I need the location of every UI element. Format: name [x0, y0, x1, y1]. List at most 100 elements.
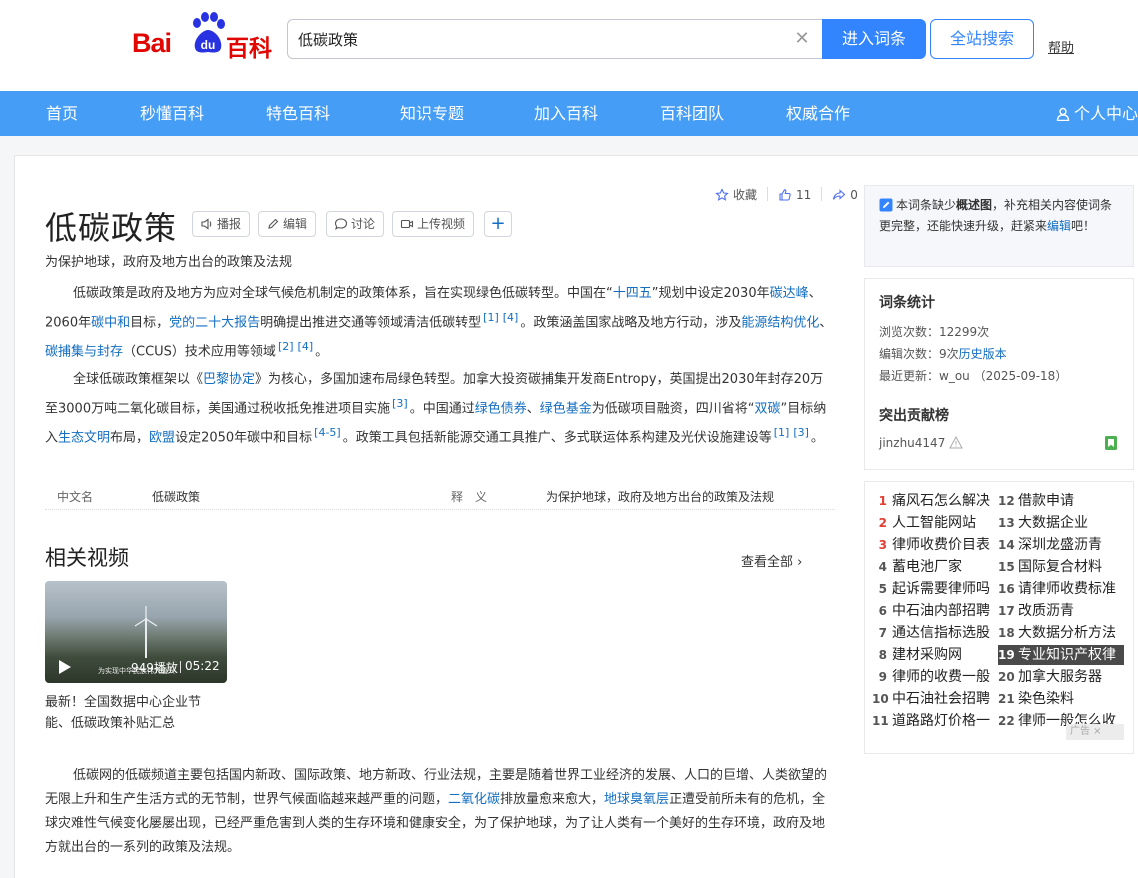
hot-search-item[interactable]: 18 大数据分析方法 [998, 623, 1124, 643]
inline-link[interactable]: 欧盟 [149, 431, 175, 446]
paragraph-text: 。政策工具包括新能源交通工具推广、多式联运体系构建及光伏设施建设等 [342, 430, 772, 446]
entry-stats-panel: 词条统计 浏览次数：12299次 编辑次数：9次历史版本 最近更新：w_ou （… [864, 278, 1134, 470]
edit-button[interactable]: 编辑 [258, 211, 317, 237]
hot-search-item[interactable]: 10 中石油社会招聘 [872, 689, 992, 709]
hot-search-item[interactable]: 3 律师收费价目表 [872, 535, 992, 555]
chevron-right-icon: › [797, 555, 803, 570]
hot-search-rank: 2 [878, 516, 887, 530]
paragraph-text: 、 [526, 401, 540, 417]
share-button[interactable]: 0 [832, 188, 858, 202]
nav-miaodong[interactable]: 秒懂百科 [140, 91, 204, 136]
nav-join[interactable]: 加入百科 [534, 91, 598, 136]
edit-note-icon [879, 198, 893, 212]
enter-entry-button[interactable]: 进入词条 [822, 19, 926, 59]
stats-edits: 编辑次数：9次历史版本 [879, 347, 1007, 361]
inline-link[interactable]: 二氧化碳 [448, 792, 500, 807]
inline-link[interactable]: 碳捕集与封存 [45, 345, 123, 360]
collect-button[interactable]: 收藏 [715, 186, 757, 203]
logo-bai-text: Bai [132, 28, 172, 58]
hot-search-item[interactable]: 13 大数据企业 [998, 513, 1124, 533]
hot-search-label: 请律师收费标准 [1018, 581, 1116, 597]
like-button[interactable]: 11 [778, 188, 811, 202]
logo-baike-text: 百科 [226, 36, 272, 62]
hot-search-rank: 8 [878, 648, 887, 662]
view-all-link[interactable]: 查看全部 › [741, 551, 802, 570]
hot-search-label: 大数据分析方法 [1018, 625, 1116, 641]
nav-featured[interactable]: 特色百科 [266, 91, 330, 136]
hot-search-item[interactable]: 11 道路路灯价格一 [872, 711, 992, 731]
inline-link[interactable]: 生态文明 [58, 431, 110, 446]
inline-link[interactable]: 碳达峰 [770, 286, 809, 301]
inline-link[interactable]: 能源结构优化 [741, 315, 819, 330]
search-box: ✕ [287, 19, 822, 59]
citation-ref[interactable]: [4] [503, 311, 519, 324]
info-key-chinese-name: 中文名 [57, 490, 94, 504]
paragraph-text: 设定2050年碳中和目标 [175, 430, 313, 446]
nav-partners[interactable]: 权威合作 [786, 91, 850, 136]
hot-search-item[interactable]: 7 通达信指标选股 [872, 623, 992, 643]
hot-search-item[interactable]: 16 请律师收费标准 [998, 579, 1124, 599]
inline-link[interactable]: 巴黎协定 [203, 372, 255, 387]
hot-search-rank: 13 [998, 516, 1015, 530]
user-icon [1056, 107, 1070, 122]
hot-search-item[interactable]: 15 国际复合材料 [998, 557, 1124, 577]
nav-home[interactable]: 首页 [46, 91, 78, 136]
citation-ref[interactable]: [3] [392, 397, 408, 410]
hot-search-item[interactable]: 1 痛风石怎么解决 [872, 491, 992, 511]
hot-search-item[interactable]: 9 律师的收费一般 [872, 667, 992, 687]
citation-ref[interactable]: [3] [793, 426, 809, 439]
hot-search-item[interactable]: 12 借款申请 [998, 491, 1124, 511]
broadcast-button[interactable]: 播报 [192, 211, 251, 237]
citation-ref[interactable]: [1] [774, 426, 790, 439]
share-icon [833, 189, 846, 200]
nav-team[interactable]: 百科团队 [660, 91, 724, 136]
citation-ref[interactable]: [4] [298, 340, 314, 353]
site-search-button[interactable]: 全站搜索 [930, 19, 1034, 59]
ad-tag[interactable]: 广告 × [1066, 724, 1124, 740]
nav-topics[interactable]: 知识专题 [400, 91, 464, 136]
hot-search-item[interactable]: 8 建材采购网 [872, 645, 992, 665]
play-icon[interactable] [58, 659, 72, 675]
hot-search-label: 痛风石怎么解决 [892, 493, 990, 509]
hot-search-item[interactable]: 17 改质沥青 [998, 601, 1124, 621]
add-button[interactable]: + [484, 211, 512, 237]
hot-search-item[interactable]: 2 人工智能网站 [872, 513, 992, 533]
inline-link[interactable]: 十四五 [613, 286, 652, 301]
citation-ref[interactable]: [1] [483, 311, 499, 324]
video-thumbnail[interactable]: 为实现中华民族伟大复兴 949播放 05:22 [45, 581, 227, 683]
hot-search-item[interactable]: 6 中石油内部招聘 [872, 601, 992, 621]
top-header: Bai du 百科 ✕ 进入词条 全站搜索 帮助 [0, 0, 1138, 91]
video-meta-divider [180, 661, 181, 673]
citation-ref[interactable]: [4-5] [314, 426, 341, 439]
inline-link[interactable]: 双碳 [755, 401, 781, 416]
hot-search-item[interactable]: 21 染色染料 [998, 689, 1124, 709]
paragraph-text: （CCUS）技术应用等领域 [123, 344, 276, 360]
history-versions-link[interactable]: 历史版本 [959, 347, 1007, 361]
stats-title: 词条统计 [879, 295, 935, 311]
hot-search-item[interactable]: 19 专业知识产权律 [998, 645, 1124, 665]
search-input[interactable] [298, 28, 778, 50]
citation-ref[interactable]: [2] [278, 340, 294, 353]
hot-search-item[interactable]: 4 蓄电池厂家 [872, 557, 992, 577]
paragraph-3: 低碳网的低碳频道主要包括国内新政、国际政策、地方新政、行业法规，主要是随着世界工… [45, 764, 835, 860]
video-caption[interactable]: 最新！全国数据中心企业节能、低碳政策补贴汇总 [45, 692, 225, 734]
inline-link[interactable]: 绿色基金 [540, 401, 592, 416]
turbine-tower [145, 618, 147, 658]
inline-link[interactable]: 绿色债券 [475, 401, 527, 416]
hot-search-label: 加拿大服务器 [1018, 669, 1102, 685]
hot-search-item[interactable]: 20 加拿大服务器 [998, 667, 1124, 687]
hot-search-rank: 14 [998, 538, 1015, 552]
help-link[interactable]: 帮助 [1048, 37, 1074, 56]
hot-search-item[interactable]: 14 深圳龙盛沥青 [998, 535, 1124, 555]
contributor-entry[interactable]: jinzhu4147 [879, 435, 964, 450]
hot-search-item[interactable]: 5 起诉需要律师吗 [872, 579, 992, 599]
inline-link[interactable]: 党的二十大报告 [169, 315, 260, 330]
inline-link[interactable]: 地球臭氧层 [604, 792, 669, 807]
upload-video-button[interactable]: 上传视频 [392, 211, 475, 237]
discuss-button[interactable]: 讨论 [326, 211, 385, 237]
nav-user-center[interactable]: 个人中心 [1056, 91, 1138, 136]
notice-edit-link[interactable]: 编辑 [1047, 219, 1071, 233]
inline-link[interactable]: 碳中和 [91, 315, 130, 330]
baidu-baike-logo[interactable]: Bai du 百科 [132, 12, 277, 62]
clear-icon[interactable]: ✕ [792, 29, 812, 49]
